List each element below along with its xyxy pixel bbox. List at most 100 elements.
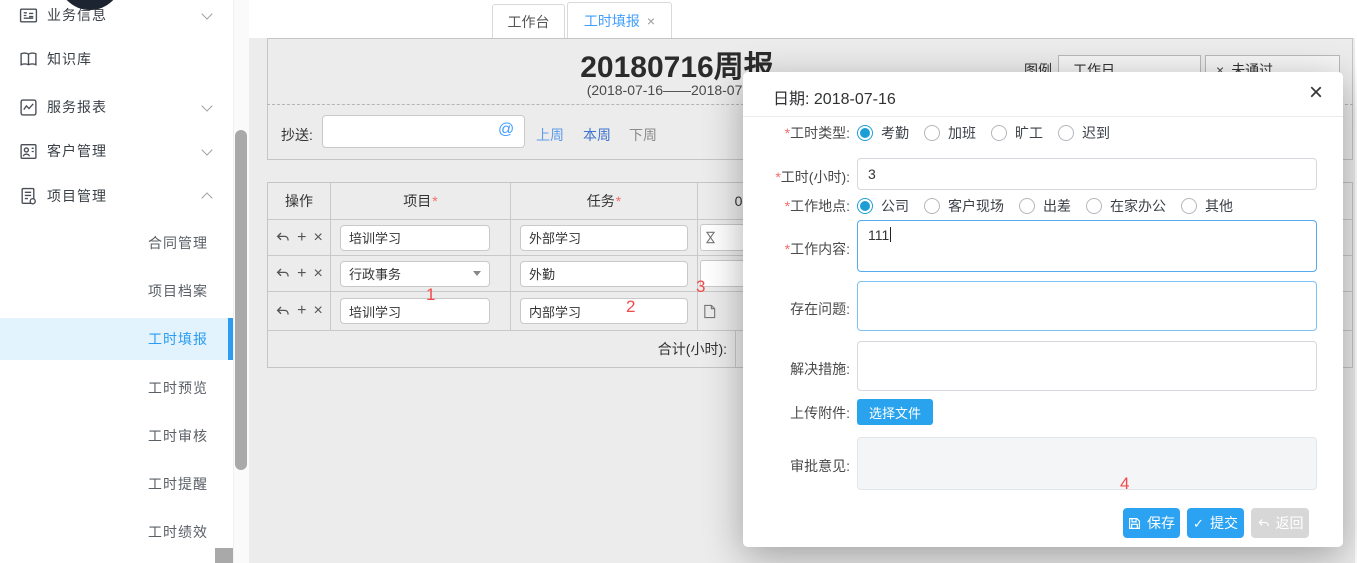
add-row-icon[interactable]: + <box>297 230 306 246</box>
sidebar-subitem-timesheet-audit[interactable]: 工时审核 <box>0 415 228 457</box>
radio-gongsi[interactable]: 公司 <box>857 196 909 216</box>
tab-label: 工时填报 <box>584 11 640 31</box>
tab-workbench[interactable]: 工作台 <box>492 4 565 40</box>
sidebar-item-label: 知识库 <box>47 49 92 69</box>
cc-label: 抄送: <box>281 125 313 145</box>
sidebar-subitem-timesheet-fill[interactable]: 工时填报 <box>0 318 228 360</box>
submit-button[interactable]: ✓ 提交 <box>1187 508 1244 538</box>
project-mgmt-icon <box>19 187 38 206</box>
annotation-3: 3 <box>696 277 705 297</box>
add-row-icon[interactable]: + <box>297 303 306 319</box>
back-button[interactable]: 返回 <box>1251 508 1309 538</box>
delete-row-icon[interactable]: × <box>314 303 323 319</box>
sidebar-scrollbar-corner[interactable] <box>215 548 233 563</box>
hour-type-radio-group: 考勤 加班 旷工 迟到 <box>857 123 1317 143</box>
work-content-textarea[interactable]: 111 <box>857 220 1317 272</box>
radio-dot-icon <box>857 198 873 214</box>
task-input[interactable]: 外勤 <box>520 261 688 287</box>
task-input[interactable]: 内部学习 <box>520 298 688 324</box>
approval-label: 审批意见: <box>743 456 850 476</box>
tab-label: 工作台 <box>508 12 550 32</box>
approval-textarea <box>857 437 1317 490</box>
sidebar-subitem-timesheet-performance[interactable]: 工时绩效 <box>0 511 228 553</box>
radio-kaoqin[interactable]: 考勤 <box>857 123 909 143</box>
at-mention-icon[interactable]: @ <box>498 121 514 139</box>
annotation-4: 4 <box>1120 474 1129 494</box>
solutions-textarea[interactable] <box>857 341 1317 391</box>
sidebar-item-label: 项目管理 <box>47 186 107 206</box>
subitem-label: 工时绩效 <box>148 522 208 542</box>
save-button[interactable]: 保存 <box>1123 508 1180 538</box>
sidebar-item-customer-mgmt[interactable]: 客户管理 <box>0 131 228 171</box>
project-input[interactable]: 培训学习 <box>340 225 490 251</box>
hours-input[interactable]: 3 <box>857 158 1317 190</box>
radio-jiaban[interactable]: 加班 <box>924 123 976 143</box>
radio-chuchai[interactable]: 出差 <box>1019 196 1071 216</box>
sidebar-item-business-info[interactable]: 业务信息 <box>0 0 228 35</box>
prev-week-link[interactable]: 上周 <box>536 125 564 145</box>
sidebar-subitem-timesheet-preview[interactable]: 工时预览 <box>0 367 228 409</box>
radio-chidao[interactable]: 迟到 <box>1058 123 1110 143</box>
add-row-icon[interactable]: + <box>297 266 306 282</box>
chevron-down-icon <box>201 144 212 155</box>
delete-row-icon[interactable]: × <box>314 230 323 246</box>
radio-dot-icon <box>857 125 873 141</box>
radio-kehu-xianchang[interactable]: 客户现场 <box>924 196 1004 216</box>
subitem-label: 工时填报 <box>148 329 208 349</box>
radio-zaijia-bangong[interactable]: 在家办公 <box>1086 196 1166 216</box>
service-report-icon <box>19 98 38 117</box>
sidebar-subitem-contract-mgmt[interactable]: 合同管理 <box>0 222 228 264</box>
work-content-label: *工作内容: <box>743 239 850 259</box>
col-header-task: 任务* <box>511 183 698 219</box>
undo-row-icon[interactable] <box>275 230 290 245</box>
col-header-operation: 操作 <box>268 183 331 219</box>
radio-dot-icon <box>991 125 1007 141</box>
close-icon[interactable]: × <box>1309 81 1323 105</box>
this-week-link[interactable]: 本周 <box>583 125 611 145</box>
sidebar-scrollbar-thumb[interactable] <box>235 130 247 470</box>
tab-close-icon[interactable]: × <box>647 13 655 29</box>
knowledge-base-icon <box>19 50 38 69</box>
radio-dot-icon <box>1181 198 1197 214</box>
dropdown-caret-icon <box>473 271 481 276</box>
problems-label: 存在问题: <box>743 299 850 319</box>
project-input[interactable]: 培训学习 <box>340 298 490 324</box>
save-icon <box>1128 517 1141 530</box>
next-week-link[interactable]: 下周 <box>629 125 657 145</box>
delete-row-icon[interactable]: × <box>314 266 323 282</box>
location-radio-group: 公司 客户现场 出差 在家办公 其他 <box>857 196 1317 216</box>
radio-dot-icon <box>1058 125 1074 141</box>
sidebar-item-service-report[interactable]: 服务报表 <box>0 87 228 127</box>
location-label: *工作地点: <box>743 196 850 216</box>
choose-file-button[interactable]: 选择文件 <box>857 399 933 425</box>
sidebar-subitem-project-archive[interactable]: 项目档案 <box>0 270 228 312</box>
text-cursor <box>890 227 891 242</box>
problems-textarea[interactable] <box>857 281 1317 331</box>
sidebar-subitem-timesheet-remind[interactable]: 工时提醒 <box>0 463 228 505</box>
sidebar-item-project-mgmt[interactable]: 项目管理 <box>0 176 228 216</box>
task-input[interactable]: 外部学习 <box>520 225 688 251</box>
undo-row-icon[interactable] <box>275 266 290 281</box>
sidebar-item-label: 客户管理 <box>47 141 107 161</box>
radio-qita[interactable]: 其他 <box>1181 196 1233 216</box>
sidebar: 业务信息 知识库 服务报表 客户管理 <box>0 0 249 563</box>
annotation-2: 2 <box>626 297 635 317</box>
required-asterisk: * <box>616 193 621 209</box>
subitem-label: 合同管理 <box>148 233 208 253</box>
project-select[interactable]: 行政事务 <box>340 261 490 287</box>
col-header-project: 项目* <box>331 183 511 219</box>
customer-mgmt-icon <box>19 142 38 161</box>
check-icon: ✓ <box>1193 517 1204 530</box>
total-hours-label: 合计(小时): <box>268 331 736 367</box>
sidebar-item-knowledge-base[interactable]: 知识库 <box>0 39 228 79</box>
tab-timesheet[interactable]: 工时填报 × <box>567 2 672 40</box>
undo-row-icon[interactable] <box>275 304 290 319</box>
dialog-header: 日期: 2018-07-16 × <box>743 72 1343 117</box>
required-asterisk: * <box>432 193 437 209</box>
radio-dot-icon <box>1019 198 1035 214</box>
business-info-icon <box>19 6 38 25</box>
cc-input[interactable] <box>322 115 525 148</box>
radio-dot-icon <box>1086 198 1102 214</box>
radio-kuanggong[interactable]: 旷工 <box>991 123 1043 143</box>
subitem-label: 工时审核 <box>148 426 208 446</box>
